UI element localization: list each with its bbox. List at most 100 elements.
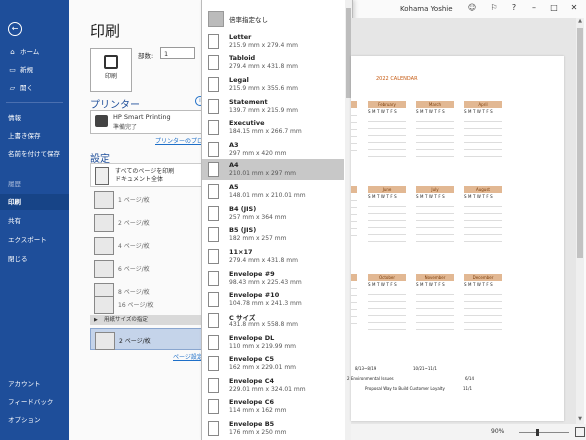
feedback-icon[interactable]: ⚐ <box>488 3 500 14</box>
paper-icon <box>208 162 219 177</box>
pages-per-sheet-option[interactable]: 4 ページ/枚 <box>90 234 202 256</box>
paper-icon <box>208 120 219 135</box>
paper-icon <box>208 55 219 70</box>
preview-scrollbar[interactable]: ▲ ▼ <box>576 18 584 424</box>
paper-option-b5-jis[interactable]: B5 (JIS) 182 mm x 257 mm <box>202 224 344 245</box>
layout-2-icon <box>94 214 114 232</box>
pages-icon <box>95 167 109 185</box>
sidebar-item-home[interactable]: ⌂ ホーム <box>0 44 69 60</box>
help-icon[interactable]: ? <box>508 3 520 14</box>
sidebar-item-save[interactable]: 上書き保存 <box>0 128 69 144</box>
envelope-icon <box>208 378 219 393</box>
paper-option-b4-jis[interactable]: B4 (JIS) 257 mm x 364 mm <box>202 203 344 224</box>
home-icon: ⌂ <box>10 48 15 56</box>
calendar-note-date: 11/1 <box>463 386 472 391</box>
sidebar-item-share[interactable]: 共有 <box>0 213 69 229</box>
account-icon[interactable]: ☺ <box>466 3 478 14</box>
printer-heading: プリンター <box>90 100 140 111</box>
paper-option-envelope-c4[interactable]: Envelope C4 229.01 mm x 324.01 mm <box>202 375 344 396</box>
sidebar-item-save-as[interactable]: 名前を付けて保存 <box>0 146 69 172</box>
paper-option-c-size[interactable]: C サイズ 431.8 mm x 558.8 mm <box>202 310 344 331</box>
paper-option-legal[interactable]: Legal 215.9 mm x 355.6 mm <box>202 74 344 95</box>
sidebar-item-account[interactable]: アカウント <box>0 376 69 392</box>
paper-option-tabloid[interactable]: Tabloid 279.4 mm x 431.8 mm <box>202 52 344 73</box>
sidebar-item-options[interactable]: オプション <box>0 412 69 428</box>
print-range-select[interactable]: すべてのページを印刷 ドキュメント全体 <box>90 163 204 187</box>
paper-option-envelope-dl[interactable]: Envelope DL 110 mm x 219.99 mm <box>202 332 344 353</box>
paper-option-no-scaling[interactable]: 倍率指定なし <box>202 8 344 29</box>
sidebar-item-print[interactable]: 印刷 <box>0 194 69 210</box>
envelope-icon <box>208 421 219 436</box>
triangle-icon: ▶ <box>94 317 98 323</box>
printer-select[interactable]: HP Smart Printing 準備完了 <box>90 110 204 134</box>
pages-per-sheet-select[interactable]: 2 ページ/枚 <box>90 328 202 350</box>
paper-icon <box>208 227 219 242</box>
zoom-level: 90% <box>491 428 505 435</box>
zoom-slider-thumb[interactable] <box>536 429 539 436</box>
calendar-note: 2 Environmental Issues <box>347 376 394 381</box>
zoom-slider[interactable] <box>519 432 569 433</box>
sidebar-item-export[interactable]: エクスポート <box>0 232 69 248</box>
calendar-note: 10/21~11/1 <box>413 366 437 371</box>
paper-option-a4[interactable]: A4 210.01 mm x 297 mm <box>202 159 344 180</box>
minimize-icon[interactable]: – <box>528 3 540 14</box>
folder-icon: ▱ <box>9 84 16 92</box>
paper-option-envelope-10[interactable]: Envelope #10 104.78 mm x 241.3 mm <box>202 289 344 310</box>
calendar-note-date: 6/14 <box>465 376 474 381</box>
paper-option-a3[interactable]: A3 297 mm x 420 mm <box>202 139 344 160</box>
zoom-to-page-icon[interactable] <box>575 427 585 437</box>
sidebar-item-new[interactable]: ▭ 新規 <box>0 62 69 78</box>
page-setup-link[interactable]: ページ設定 <box>173 352 203 361</box>
printer-icon <box>104 55 118 69</box>
envelope-icon <box>208 292 219 307</box>
back-arrow-icon[interactable]: ← <box>8 22 22 36</box>
paper-option-envelope-9[interactable]: Envelope #9 98.43 mm x 225.43 mm <box>202 268 344 289</box>
paper-option-executive[interactable]: Executive 184.15 mm x 266.7 mm <box>202 117 344 138</box>
paper-icon <box>208 77 219 92</box>
paper-icon <box>208 99 219 114</box>
month-block <box>351 101 357 161</box>
pages-per-sheet-option[interactable]: 2 ページ/枚 <box>90 211 202 233</box>
preview-scroll-thumb[interactable] <box>577 28 583 258</box>
paper-size-dropdown[interactable]: 倍率指定なし Letter 215.9 mm x 279.4 mm Tabloid… <box>201 0 353 440</box>
scale-to-paper-category[interactable]: ▶ 用紙サイズの指定 <box>90 315 202 325</box>
layout-2-icon <box>95 332 115 350</box>
paper-option-envelope-c6[interactable]: Envelope C6 114 mm x 162 mm <box>202 396 344 417</box>
maximize-icon[interactable]: □ <box>548 3 560 14</box>
sidebar-item-info[interactable]: 情報 <box>0 110 69 126</box>
pages-per-sheet-option[interactable]: 16 ページ/枚 <box>90 293 202 315</box>
paper-option-statement[interactable]: Statement 139.7 mm x 215.9 mm <box>202 96 344 117</box>
copies-label: 部数: <box>138 52 154 60</box>
user-name[interactable]: Kohama Yoshie <box>400 5 453 13</box>
scroll-down-icon[interactable]: ▼ <box>576 416 584 424</box>
month-block: November SMTWTFS <box>416 274 454 334</box>
month-block <box>351 186 357 246</box>
print-button[interactable]: 印刷 <box>90 48 132 92</box>
scroll-up-icon[interactable]: ▲ <box>576 18 584 26</box>
month-block: August SMTWTFS <box>464 186 502 246</box>
paper-icon <box>208 34 219 49</box>
month-block: March SMTWTFS <box>416 101 454 161</box>
new-doc-icon: ▭ <box>9 66 16 74</box>
paper-option-11x17[interactable]: 11×17 279.4 mm x 431.8 mm <box>202 246 344 267</box>
print-preview: 2022 CALENDAR February SMTWTFS March SMTWT… <box>347 18 576 424</box>
sidebar-item-close[interactable]: 閉じる <box>0 251 69 267</box>
paper-icon <box>208 184 219 199</box>
paper-option-letter[interactable]: Letter 215.9 mm x 279.4 mm <box>202 31 344 52</box>
envelope-icon <box>208 356 219 371</box>
month-block: July SMTWTFS <box>416 186 454 246</box>
paper-option-envelope-c5[interactable]: Envelope C5 162 mm x 229.01 mm <box>202 353 344 374</box>
sidebar-item-open[interactable]: ▱ 開く <box>0 80 69 96</box>
month-block: December SMTWTFS <box>464 274 502 334</box>
no-scaling-icon <box>208 11 224 27</box>
pages-per-sheet-option[interactable]: 1 ページ/枚 <box>90 188 202 210</box>
month-block: October SMTWTFS <box>368 274 406 334</box>
layout-16-icon <box>94 296 114 314</box>
pages-per-sheet-option[interactable]: 6 ページ/枚 <box>90 257 202 279</box>
sidebar-item-feedback[interactable]: フィードバック <box>0 394 69 410</box>
paper-option-envelope-b5[interactable]: Envelope B5 176 mm x 250 mm <box>202 418 344 439</box>
paper-option-a5[interactable]: A5 148.01 mm x 210.01 mm <box>202 181 344 202</box>
close-icon[interactable]: ✕ <box>568 3 580 14</box>
copies-input[interactable]: 1 <box>160 47 195 59</box>
layout-1-icon <box>94 191 114 209</box>
